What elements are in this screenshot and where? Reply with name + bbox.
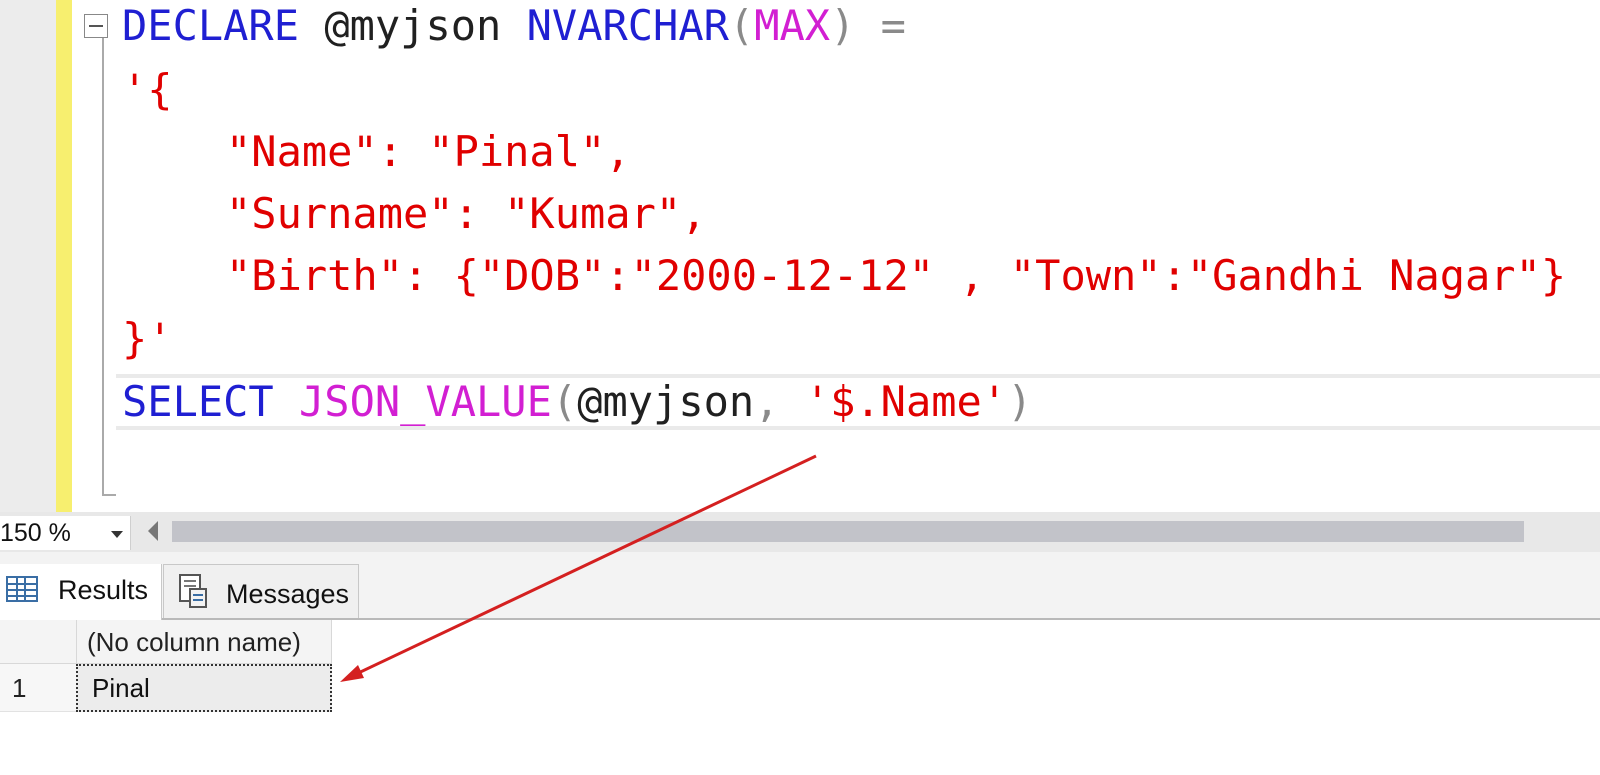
keyword-select: SELECT <box>122 377 274 426</box>
function-json-value: JSON_VALUE <box>299 377 552 426</box>
code-line-1[interactable]: DECLARE @myjson NVARCHAR(MAX) = <box>122 0 906 52</box>
result-cell[interactable]: Pinal <box>76 664 332 712</box>
code-line-2[interactable]: '{ <box>122 64 173 116</box>
tab-results-label: Results <box>58 575 149 605</box>
paren-open: ( <box>551 377 578 426</box>
keyword-nvarchar: NVARCHAR <box>526 1 729 50</box>
variable-myjson: @myjson <box>324 1 502 50</box>
grid-icon <box>6 576 38 602</box>
outline-guide <box>102 38 104 496</box>
outline-guide-end <box>102 494 116 496</box>
variable-myjson: @myjson <box>577 377 755 426</box>
document-icon <box>179 574 207 608</box>
paren-open: ( <box>728 1 755 50</box>
result-cell-value: Pinal <box>92 673 150 703</box>
zoom-level: 150 % <box>0 519 71 547</box>
tab-results[interactable]: Results <box>0 564 162 620</box>
equals-operator: = <box>880 1 906 50</box>
column-header-label: (No column name) <box>87 627 301 657</box>
code-line-5[interactable]: "Birth": {"DOB":"2000-12-12" , "Town":"G… <box>226 250 1566 302</box>
chevron-down-icon[interactable] <box>111 531 123 538</box>
zoom-dropdown[interactable]: 150 % <box>0 516 131 550</box>
keyword-declare: DECLARE <box>122 1 300 50</box>
code-line-6[interactable]: }' <box>122 313 173 365</box>
row-number-header[interactable] <box>0 620 76 664</box>
tab-messages-label: Messages <box>226 579 350 609</box>
code-line-7[interactable]: SELECT JSON_VALUE(@myjson, '$.Name') <box>122 376 1032 428</box>
tab-messages[interactable]: Messages <box>163 564 359 618</box>
json-path-string: '$.Name' <box>804 377 1008 426</box>
horizontal-scrollbar-thumb[interactable] <box>172 521 1524 542</box>
code-line-4[interactable]: "Surname": "Kumar", <box>226 188 706 240</box>
column-header[interactable]: (No column name) <box>76 620 332 664</box>
comma: , <box>754 377 780 426</box>
paren-close: ) <box>830 1 856 50</box>
paren-close: ) <box>1007 377 1033 426</box>
scroll-left-icon[interactable] <box>148 521 158 541</box>
code-line-3[interactable]: "Name": "Pinal", <box>226 126 631 178</box>
query-editor[interactable]: DECLARE @myjson NVARCHAR(MAX) = '{ "Name… <box>0 0 1600 512</box>
row-number[interactable]: 1 <box>0 664 76 712</box>
function-max: MAX <box>754 1 831 50</box>
editor-margin <box>0 0 56 512</box>
minus-box-icon[interactable] <box>84 14 108 38</box>
change-tracking-bar <box>56 0 72 512</box>
row-number-label: 1 <box>12 673 27 703</box>
